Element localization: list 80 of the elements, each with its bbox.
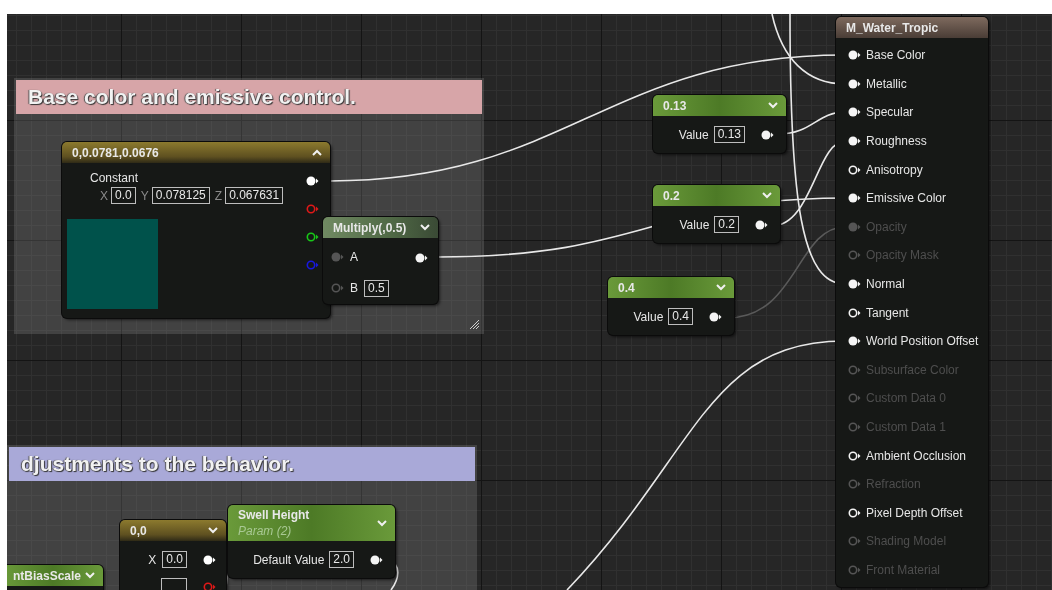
- pin-label: Tangent: [866, 305, 909, 320]
- node-title: 0,0: [130, 523, 147, 538]
- value-field[interactable]: 0.0: [111, 187, 136, 204]
- input-pin-icon[interactable]: [848, 78, 861, 89]
- node-title: Swell Height: [238, 508, 310, 522]
- value-field[interactable]: 0.0: [162, 551, 187, 568]
- axis-label: Y: [140, 188, 149, 203]
- node-subtitle: Param (2): [238, 524, 293, 538]
- pin-label: Custom Data 1: [866, 420, 947, 434]
- comment-title: djustments to the behavior.: [21, 452, 295, 476]
- input-pin-icon[interactable]: [848, 50, 861, 61]
- output-pin-icon[interactable]: [306, 176, 319, 186]
- input-pin-icon[interactable]: [848, 450, 861, 461]
- output-pin-icon[interactable]: [755, 219, 768, 230]
- axis-label: X: [100, 188, 108, 203]
- node-title: 0.4: [618, 280, 635, 295]
- value-field[interactable]: 0.067631: [225, 187, 284, 204]
- pin-label: Front Material: [866, 563, 941, 577]
- value-field[interactable]: 0.13: [713, 126, 745, 143]
- input-pin-icon[interactable]: [848, 307, 861, 318]
- value-field[interactable]: 2.0: [329, 551, 354, 568]
- pin-label: Default Value: [253, 552, 325, 567]
- value-field[interactable]: 0.5: [364, 279, 389, 297]
- output-pin-icon[interactable]: [306, 232, 319, 242]
- pin-label: Value: [679, 217, 710, 232]
- graph-node[interactable]: Multiply(,0.5) A B 0.5: [323, 217, 438, 304]
- pin-label: Anisotropy: [866, 162, 923, 177]
- graph-node[interactable]: ntBiasScale: [7, 565, 103, 590]
- axis-label: Z: [214, 188, 223, 203]
- input-pin-icon[interactable]: [848, 279, 861, 290]
- graph-node[interactable]: 0.4 Value 0.4: [608, 277, 734, 335]
- input-pin-icon[interactable]: [848, 507, 861, 518]
- output-pin-icon[interactable]: [709, 311, 722, 322]
- node-title: ntBiasScale: [13, 568, 82, 583]
- pin-label: Roughness: [866, 134, 927, 149]
- pin-label: Metallic: [866, 76, 907, 91]
- pin-label: Emissive Color: [866, 191, 946, 206]
- input-pin-icon[interactable]: [848, 136, 861, 147]
- pin-label: Value: [678, 127, 709, 142]
- graph-node[interactable]: 0,0 X 0.0: [120, 520, 226, 590]
- output-pin-icon[interactable]: [370, 554, 383, 565]
- pin-label: Specular: [866, 105, 914, 120]
- value-field[interactable]: [161, 578, 187, 590]
- pin-label: Normal: [866, 277, 905, 292]
- pin-label: Opacity: [866, 219, 907, 234]
- pin-label: Pixel Depth Offset: [866, 505, 963, 520]
- node-title: 0,0.0781,0.0676: [72, 145, 159, 160]
- pin-label: Value: [633, 309, 664, 324]
- pin-label: Shading Model: [866, 534, 947, 549]
- pin-label: World Position Offset: [866, 334, 979, 349]
- pin-label: Base Color: [866, 48, 926, 63]
- pin-label: Ambient Occlusion: [866, 448, 967, 463]
- output-pin-icon[interactable]: [761, 129, 774, 140]
- pin-label: Subsurface Color: [866, 362, 959, 377]
- node-title: Multiply(,0.5): [333, 220, 407, 235]
- pin-label: Constant: [89, 171, 140, 185]
- graph-node[interactable]: 0,0.0781,0.0676 Constant X 0.0 Y 0.078125 Z 0.067631: [62, 142, 330, 318]
- input-pin-icon[interactable]: [848, 193, 861, 204]
- value-field[interactable]: 0.2: [714, 216, 739, 233]
- pin-label: B: [350, 281, 358, 295]
- value-field[interactable]: 0.078125: [151, 187, 210, 204]
- output-pin-icon[interactable]: [203, 554, 216, 565]
- input-pin-icon[interactable]: [848, 164, 861, 175]
- graph-node[interactable]: [836, 17, 988, 587]
- graph-node[interactable]: 0.2 Value 0.2: [653, 185, 780, 243]
- pin-label: Refraction: [866, 477, 921, 492]
- pin-label: A: [350, 250, 358, 264]
- graph-node[interactable]: 0.13 Value 0.13: [653, 95, 786, 153]
- graph-node[interactable]: Swell Height Param (2) Default Value 2.0: [228, 505, 395, 578]
- comment-title: Base color and emissive control.: [28, 85, 356, 109]
- pin-label: Opacity Mask: [866, 248, 939, 263]
- node-title: 0.13: [663, 98, 687, 113]
- resize-grip-icon[interactable]: [469, 319, 480, 330]
- node-title: 0.2: [663, 188, 680, 203]
- node-title: M_Water_Tropic: [846, 20, 939, 35]
- axis-label: X: [148, 552, 157, 567]
- output-pin-icon[interactable]: [415, 253, 428, 263]
- input-pin-icon[interactable]: [848, 107, 861, 118]
- input-pin-icon[interactable]: [848, 336, 861, 347]
- value-field[interactable]: 0.4: [668, 308, 693, 325]
